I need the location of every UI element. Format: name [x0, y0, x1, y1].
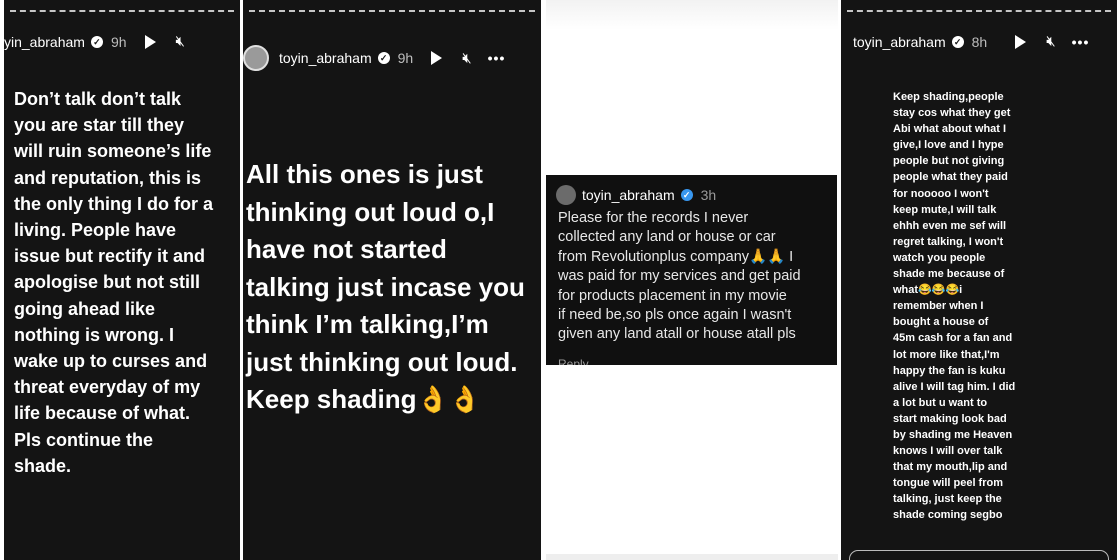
timestamp: 9h [397, 50, 414, 66]
story-progress-bar [847, 10, 1111, 14]
play-icon[interactable] [431, 51, 443, 65]
timestamp: 8h [971, 33, 988, 50]
mute-icon[interactable]: 🔇︎ [176, 33, 185, 50]
play-icon[interactable] [144, 34, 156, 49]
post-card: toyin_abraham ✓ 3h Please for the record… [546, 175, 837, 365]
verified-badge-icon: ✓ [90, 35, 103, 48]
username[interactable]: toyin_abraham [853, 34, 946, 50]
verified-badge-icon: ✓ [951, 35, 964, 48]
timestamp: 9h [110, 33, 127, 50]
story-text: Don’t talk don’t talk you are star till … [14, 89, 213, 476]
story-panel-1: yin_abraham ✓ 9h 🔇︎ Don’t talk don’t tal… [4, 0, 240, 560]
post-text: Please for the records I never collected… [558, 210, 801, 343]
screenshot-panel: toyin_abraham ✓ 3h Please for the record… [546, 0, 838, 560]
story-progress-bar [10, 10, 234, 14]
mute-icon[interactable]: 🔇︎ [1046, 33, 1055, 50]
more-options-icon[interactable]: ••• [488, 50, 506, 66]
story-header: toyin_abraham ✓ 9h 🔇︎ ••• [243, 45, 541, 71]
verified-badge-icon: ✓ [377, 52, 390, 64]
story-text: All this ones is just thinking out loud … [246, 159, 525, 414]
username[interactable]: yin_abraham [4, 34, 85, 50]
more-options-icon[interactable]: ••• [1072, 34, 1090, 50]
avatar[interactable] [243, 45, 269, 71]
reply-link[interactable]: Reply [558, 357, 589, 365]
story-panel-4: toyin_abraham ✓ 8h 🔇︎ ••• Keep shading,p… [841, 0, 1117, 560]
story-header: toyin_abraham ✓ 8h 🔇︎ ••• [841, 33, 1117, 50]
story-header: yin_abraham ✓ 9h 🔇︎ [4, 33, 240, 50]
verified-badge-icon: ✓ [680, 189, 693, 201]
username[interactable]: toyin_abraham [279, 50, 372, 66]
mute-icon[interactable]: 🔇︎ [462, 50, 471, 67]
username[interactable]: toyin_abraham [582, 187, 675, 203]
story-progress-bar [249, 10, 535, 14]
avatar[interactable] [556, 185, 576, 205]
divider [546, 554, 838, 560]
blank-top-area [546, 0, 838, 30]
timestamp: 3h [700, 187, 717, 203]
play-icon[interactable] [1015, 34, 1027, 49]
reply-bar[interactable] [849, 550, 1109, 560]
story-panel-2: toyin_abraham ✓ 9h 🔇︎ ••• All this ones … [243, 0, 541, 560]
story-text: Keep shading,people stay cos what they g… [893, 91, 1016, 522]
post-header: toyin_abraham ✓ 3h [546, 185, 837, 205]
